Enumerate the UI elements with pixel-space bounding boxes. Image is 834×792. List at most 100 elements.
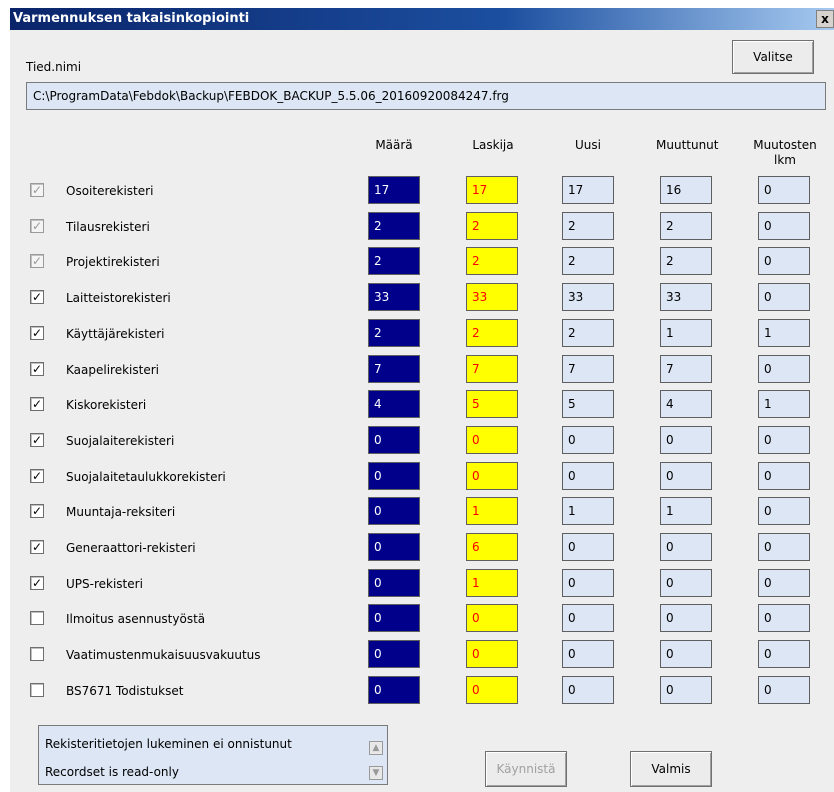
- count-box[interactable]: 0: [368, 568, 420, 597]
- counter-box[interactable]: 2: [466, 247, 518, 276]
- changed-box[interactable]: 0: [660, 461, 712, 490]
- counter-box[interactable]: 7: [466, 354, 518, 383]
- file-path-field[interactable]: C:\ProgramData\Febdok\Backup\FEBDOK_BACK…: [26, 82, 826, 110]
- new-box[interactable]: 0: [562, 533, 614, 561]
- start-button[interactable]: Käynnistä: [485, 751, 567, 787]
- count-box[interactable]: 0: [368, 604, 420, 633]
- counter-box[interactable]: 1: [466, 568, 518, 597]
- new-box[interactable]: 0: [562, 425, 614, 454]
- count-box[interactable]: 17: [368, 176, 420, 204]
- new-box[interactable]: 1: [562, 497, 614, 526]
- counter-box[interactable]: 17: [466, 176, 518, 204]
- scroll-down-icon[interactable]: ▼: [369, 766, 383, 780]
- counter-box[interactable]: 0: [466, 675, 518, 704]
- register-checkbox[interactable]: ✓: [30, 540, 44, 554]
- register-row: ✓ Laitteistorekisteri 33 33 33 33 0: [10, 283, 834, 312]
- changed-box[interactable]: 0: [660, 533, 712, 561]
- changed-box[interactable]: 1: [660, 497, 712, 526]
- counter-box[interactable]: 0: [466, 604, 518, 633]
- title-bar: Varmennuksen takaisinkopiointi x: [10, 8, 834, 30]
- new-box[interactable]: 5: [562, 390, 614, 419]
- register-name: BS7671 Todistukset: [66, 683, 184, 698]
- new-box[interactable]: 2: [562, 211, 614, 240]
- register-checkbox[interactable]: ✓: [30, 575, 44, 590]
- select-file-button[interactable]: Valitse: [732, 40, 814, 74]
- changed-box[interactable]: 0: [660, 604, 712, 633]
- register-checkbox[interactable]: ✓: [30, 290, 44, 305]
- close-icon[interactable]: x: [816, 10, 834, 28]
- register-checkbox[interactable]: ✓: [30, 432, 44, 447]
- changed-box[interactable]: 0: [660, 675, 712, 704]
- changed-box[interactable]: 16: [660, 176, 712, 204]
- changed-box[interactable]: 7: [660, 354, 712, 383]
- done-button[interactable]: Valmis: [630, 751, 712, 787]
- count-box[interactable]: 0: [368, 640, 420, 669]
- counter-box[interactable]: 33: [466, 283, 518, 312]
- new-box[interactable]: 33: [562, 283, 614, 312]
- new-box[interactable]: 0: [562, 604, 614, 633]
- new-box[interactable]: 0: [562, 675, 614, 704]
- new-box[interactable]: 7: [562, 354, 614, 383]
- register-checkbox[interactable]: ✓: [30, 361, 44, 376]
- register-checkbox[interactable]: ✓: [30, 325, 44, 340]
- register-name: Vaatimustenmukaisuusvakuutus: [66, 648, 261, 663]
- register-row: ✓ Tilausrekisteri 2 2 2 2 0: [10, 211, 834, 240]
- change-count-box[interactable]: 0: [758, 533, 810, 561]
- register-checkbox[interactable]: ✓: [30, 397, 44, 412]
- counter-box[interactable]: 0: [466, 461, 518, 490]
- new-box[interactable]: 0: [562, 461, 614, 490]
- new-box[interactable]: 0: [562, 640, 614, 669]
- change-count-box[interactable]: 0: [758, 176, 810, 204]
- counter-box[interactable]: 0: [466, 425, 518, 454]
- register-checkbox[interactable]: ✓: [30, 504, 44, 519]
- change-count-box[interactable]: 0: [758, 354, 810, 383]
- count-box[interactable]: 7: [368, 354, 420, 383]
- count-box[interactable]: 2: [368, 247, 420, 276]
- change-count-box[interactable]: 0: [758, 568, 810, 597]
- new-box[interactable]: 17: [562, 176, 614, 204]
- count-box[interactable]: 0: [368, 497, 420, 526]
- change-count-box[interactable]: 0: [758, 461, 810, 490]
- changed-box[interactable]: 1: [660, 318, 712, 347]
- changed-box[interactable]: 33: [660, 283, 712, 312]
- count-box[interactable]: 2: [368, 318, 420, 347]
- changed-box[interactable]: 0: [660, 640, 712, 669]
- register-name: Muuntaja-reksiteri: [66, 505, 176, 520]
- counter-box[interactable]: 0: [466, 640, 518, 669]
- counter-box[interactable]: 2: [466, 211, 518, 240]
- change-count-box[interactable]: 0: [758, 283, 810, 312]
- count-box[interactable]: 0: [368, 461, 420, 490]
- change-count-box[interactable]: 0: [758, 675, 810, 704]
- register-checkbox[interactable]: [30, 647, 44, 662]
- changed-box[interactable]: 2: [660, 247, 712, 276]
- count-box[interactable]: 0: [368, 675, 420, 704]
- change-count-box[interactable]: 0: [758, 497, 810, 526]
- count-box[interactable]: 0: [368, 425, 420, 454]
- count-box[interactable]: 0: [368, 533, 420, 561]
- counter-box[interactable]: 6: [466, 533, 518, 561]
- new-box[interactable]: 0: [562, 568, 614, 597]
- change-count-box[interactable]: 0: [758, 211, 810, 240]
- counter-box[interactable]: 5: [466, 390, 518, 419]
- counter-box[interactable]: 1: [466, 497, 518, 526]
- change-count-box[interactable]: 0: [758, 247, 810, 276]
- counter-box[interactable]: 2: [466, 318, 518, 347]
- changed-box[interactable]: 2: [660, 211, 712, 240]
- change-count-box[interactable]: 1: [758, 390, 810, 419]
- changed-box[interactable]: 0: [660, 568, 712, 597]
- scroll-up-icon[interactable]: ▲: [369, 741, 383, 755]
- new-box[interactable]: 2: [562, 247, 614, 276]
- count-box[interactable]: 33: [368, 283, 420, 312]
- register-checkbox[interactable]: [30, 682, 44, 697]
- change-count-box[interactable]: 0: [758, 425, 810, 454]
- register-checkbox[interactable]: ✓: [30, 468, 44, 483]
- count-box[interactable]: 2: [368, 211, 420, 240]
- change-count-box[interactable]: 0: [758, 640, 810, 669]
- new-box[interactable]: 2: [562, 318, 614, 347]
- changed-box[interactable]: 4: [660, 390, 712, 419]
- count-box[interactable]: 4: [368, 390, 420, 419]
- change-count-box[interactable]: 0: [758, 604, 810, 633]
- register-checkbox[interactable]: [30, 611, 44, 626]
- change-count-box[interactable]: 1: [758, 318, 810, 347]
- changed-box[interactable]: 0: [660, 425, 712, 454]
